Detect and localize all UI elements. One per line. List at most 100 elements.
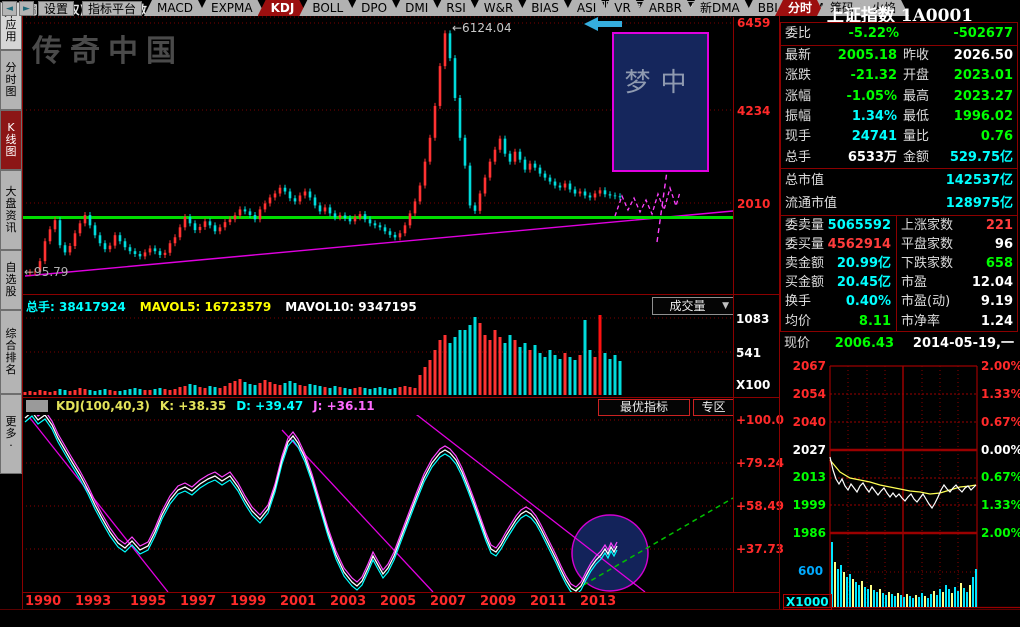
total-volume-stat: 总手: 38417924 — [26, 300, 126, 314]
sidebar-item-more[interactable]: 更多· — [0, 394, 22, 474]
field-label: 流通市值 — [785, 192, 837, 215]
annotation-box: 梦中 — [612, 32, 709, 172]
quote-row: 委卖量5065592上涨家数221 — [781, 216, 1017, 235]
left-sidebar: ▶▏应用分时图K线图大盘资讯自选股综合排名更多· — [0, 0, 22, 627]
field-label: 委比 — [785, 23, 811, 45]
tab-dmi[interactable]: DMI — [392, 0, 441, 16]
field-label: 上涨家数 — [901, 216, 953, 235]
sidebar-item-char: · — [9, 440, 13, 452]
indicator-platform-button[interactable]: 指标平台 — [82, 1, 142, 16]
sidebar-item-time-chart[interactable]: 分时图 — [0, 50, 22, 110]
zone-button[interactable]: 专区 — [693, 399, 734, 416]
quote-row: 最新2005.18昨收2026.50 — [781, 46, 1017, 66]
next-page-button[interactable]: ► — [19, 1, 34, 16]
mini-left-axis-label: 2013 — [786, 470, 826, 484]
prev-page-button[interactable]: ◄ — [2, 1, 17, 16]
field-label: 振幅 — [785, 107, 811, 127]
quote-row: 涨跌-21.32开盘2023.01 — [781, 66, 1017, 86]
field-value: 20.99亿 — [823, 254, 891, 273]
mini-right-axis-label: 0.67% — [981, 415, 1020, 429]
tab-boll[interactable]: BOLL — [299, 0, 356, 16]
tab-asi[interactable]: ASI — [564, 0, 609, 16]
field-value: 658 — [959, 254, 1013, 273]
tab-arbr[interactable]: ARBR — [636, 0, 695, 16]
field-value: 2023.01 — [939, 66, 1013, 86]
field-label: 最低 — [903, 107, 929, 127]
field-label: 总手 — [785, 148, 811, 168]
sidebar-item-kline-chart[interactable]: K线图 — [0, 110, 22, 170]
field-label: 市盈(动) — [901, 292, 950, 311]
field-value: 221 — [959, 216, 1013, 235]
low-price-label: ←95.79 — [24, 265, 68, 279]
sidebar-item-ranking[interactable]: 综合排名 — [0, 310, 22, 394]
field-label: 现手 — [785, 127, 811, 147]
kdj-j-value: J: +36.11 — [313, 399, 374, 413]
field-label: 买金额 — [785, 273, 824, 292]
kdj-scale-label: +58.49 — [736, 499, 784, 513]
volume-chart — [22, 314, 733, 397]
tab-bias[interactable]: BIAS — [518, 0, 572, 16]
indicator-dropdown-value: 成交量 — [670, 299, 706, 313]
year-label: 2011 — [530, 594, 566, 609]
mini-right-axis-label: 0.00% — [981, 443, 1020, 457]
field-value: -21.32 — [825, 66, 897, 86]
volume-scale-label: 1083 — [736, 312, 769, 326]
tab-expma[interactable]: EXPMA — [198, 0, 266, 16]
mini-left-axis-label: 1999 — [786, 498, 826, 512]
year-label: 1990 — [25, 594, 61, 609]
field-value: 24741 — [825, 127, 897, 147]
field-value: 128975亿 — [901, 192, 1013, 215]
sidebar-item-char: 用 — [6, 31, 17, 43]
sidebar-item-char: 图 — [6, 86, 17, 98]
field-label: 最高 — [903, 87, 929, 107]
year-label: 1997 — [180, 594, 216, 609]
kdj-scale-label: +100.0 — [736, 413, 784, 427]
sidebar-item-watchlist[interactable]: 自选股 — [0, 250, 22, 310]
sidebar-item-market-news[interactable]: 大盘资讯 — [0, 170, 22, 250]
field-value: 1.24 — [959, 312, 1013, 331]
field-label: 量比 — [903, 127, 929, 147]
trading-app-window: ▶▏应用分时图K线图大盘资讯自选股综合排名更多· 周线(复权)上证指数 删均窗区… — [0, 0, 1020, 627]
current-price-value: 2006.43 — [824, 333, 894, 355]
field-value: 142537亿 — [901, 169, 1013, 192]
mini-right-axis-label: 0.67% — [981, 470, 1020, 484]
indicator-dropdown[interactable]: ▼ 成交量 — [652, 297, 734, 315]
mini-right-axis-label: 1.33% — [981, 387, 1020, 401]
mini-left-axis-label: 2054 — [786, 387, 826, 401]
mini-right-axis-label: 1.33% — [981, 498, 1020, 512]
field-label: 现价 — [784, 333, 810, 355]
date-label: 2014-05-19,一 — [910, 333, 1014, 355]
field-label: 总市值 — [785, 169, 824, 192]
field-value: 12.04 — [959, 273, 1013, 292]
pane-drag-handle[interactable] — [26, 400, 48, 412]
quote-row: 流通市值 128975亿 — [781, 192, 1017, 215]
field-value: 2023.27 — [939, 87, 1013, 107]
field-value: 2005.18 — [825, 46, 897, 66]
tab-macd[interactable]: MACD — [144, 0, 206, 16]
year-label: 2009 — [480, 594, 516, 609]
year-label: 1999 — [230, 594, 266, 609]
volume-scale-label: X100 — [736, 378, 770, 392]
year-label: 1995 — [130, 594, 166, 609]
field-value: 2026.50 — [939, 46, 1013, 66]
tab-新dma[interactable]: 新DMA — [687, 0, 753, 16]
settings-button[interactable]: 设置 — [38, 1, 74, 16]
field-label: 开盘 — [903, 66, 929, 86]
best-indicator-button[interactable]: 最优指标 — [598, 399, 690, 416]
tab-dpo[interactable]: DPO — [348, 0, 400, 16]
tab-kdj[interactable]: KDJ — [258, 0, 308, 16]
mini-left-axis-label: 1986 — [786, 526, 826, 540]
field-value: 6533万 — [825, 148, 897, 168]
field-label: 换手 — [785, 292, 811, 311]
kdj-d-value: D: +39.47 — [236, 399, 303, 413]
quote-row: 总手6533万金额529.75亿 — [781, 148, 1017, 168]
tab-w&r[interactable]: W&R — [471, 0, 527, 16]
sidebar-item-char: 讯 — [6, 222, 17, 234]
field-label: 最新 — [785, 46, 811, 66]
kdj-scale-label: +37.73 — [736, 542, 784, 556]
quote-row: 买金额20.45亿市盈12.04 — [781, 273, 1017, 292]
mavol10-stat: MAVOL10: 9347195 — [285, 300, 416, 314]
kdj-k-value: K: +38.35 — [160, 399, 226, 413]
tab-rsi[interactable]: RSI — [433, 0, 479, 16]
kdj-params-label: KDJ(100,40,3) — [56, 399, 150, 413]
